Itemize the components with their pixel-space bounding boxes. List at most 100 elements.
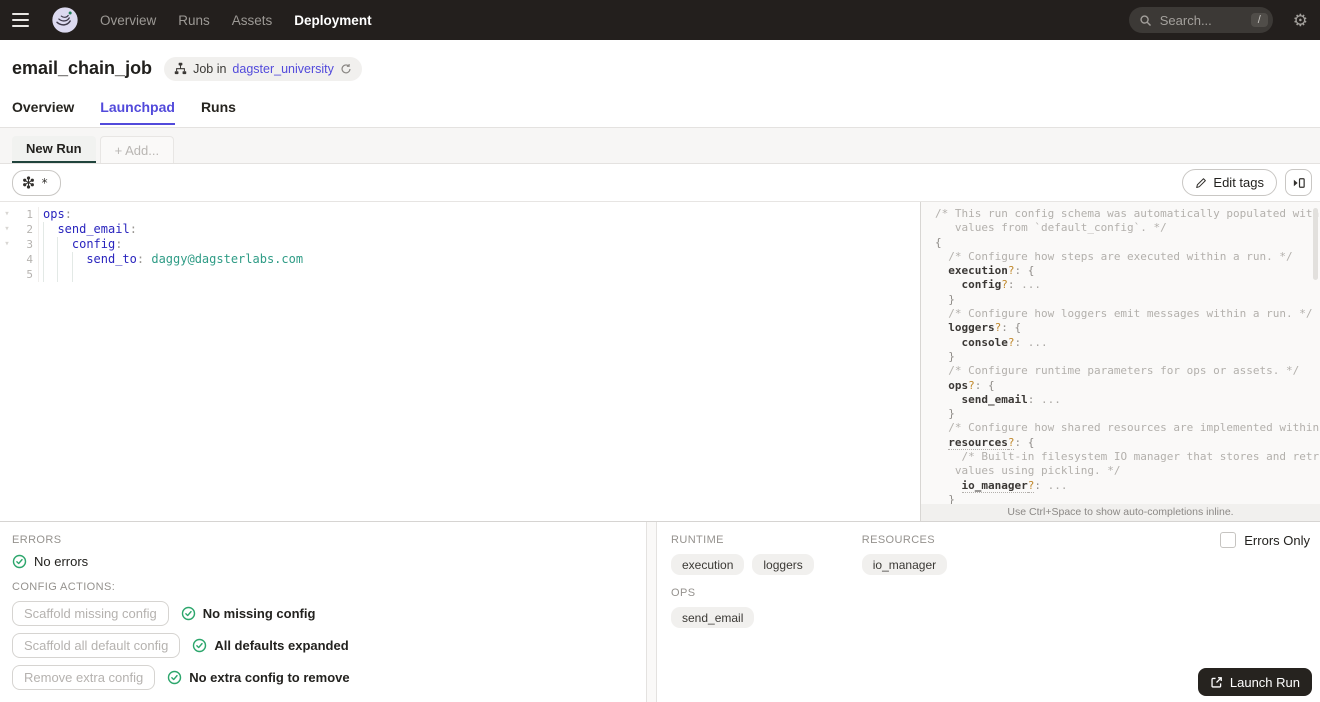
action-status: All defaults expanded xyxy=(192,638,349,653)
schema-line: /* This run config schema was automatica… xyxy=(935,207,1320,220)
code-text xyxy=(38,267,86,282)
config-actions-label: CONFIG ACTIONS: xyxy=(12,581,116,593)
op-selector-value: * xyxy=(41,175,49,190)
line-number: 2 xyxy=(26,223,33,236)
op-graph-icon xyxy=(23,176,34,189)
search-input[interactable]: Search... / xyxy=(1128,7,1273,33)
schema-line: } xyxy=(948,407,955,421)
chip-loggers[interactable]: loggers xyxy=(752,554,814,575)
errors-only-toggle[interactable]: Errors Only xyxy=(1220,532,1310,548)
pencil-icon xyxy=(1196,177,1207,188)
action-status: No missing config xyxy=(181,606,316,621)
edit-tags-label: Edit tags xyxy=(1213,175,1264,190)
action-status: No extra config to remove xyxy=(167,670,350,685)
schema-line: /* Built-in filesystem IO manager that s… xyxy=(961,450,1320,464)
nav-deployment[interactable]: Deployment xyxy=(294,13,371,28)
chip-io_manager[interactable]: io_manager xyxy=(861,554,948,575)
tab-runs[interactable]: Runs xyxy=(201,97,236,125)
bottom-splitter[interactable] xyxy=(647,522,657,702)
editor-line[interactable]: ▾ 1 ops: xyxy=(0,207,920,222)
line-number: 5 xyxy=(26,268,33,281)
settings-gear-icon[interactable]: ⚙ xyxy=(1293,12,1308,29)
config-schema-panel: /* This run config schema was automatica… xyxy=(921,202,1320,521)
schema-line: resources?: { xyxy=(948,435,1035,450)
yaml-config-editor[interactable]: ▾ 1 ops: ▾ 2 send_email: ▾ 3 config: 4 send_to:… xyxy=(0,202,920,521)
toggle-schema-panel-button[interactable] xyxy=(1285,169,1312,196)
schema-line: execution?: { xyxy=(948,264,1035,278)
fold-chevron-icon[interactable]: ▾ xyxy=(0,222,14,237)
errors-only-checkbox[interactable] xyxy=(1220,532,1237,548)
gutter-space xyxy=(0,267,14,282)
schema-line: console?: ... xyxy=(961,335,1048,349)
check-circle-icon xyxy=(193,638,207,653)
scaffold-missing-config-button[interactable]: Scaffold missing config xyxy=(12,601,169,626)
schema-scrollbar[interactable] xyxy=(1313,208,1318,280)
errors-label: ERRORS xyxy=(12,534,62,546)
runtime-label: RUNTIME xyxy=(671,534,724,546)
schema-line: io_manager?: ... xyxy=(961,478,1068,493)
fold-chevron-icon[interactable]: ▾ xyxy=(0,207,14,222)
config-editor-split: ▾ 1 ops: ▾ 2 send_email: ▾ 3 config: 4 send_to:… xyxy=(0,202,1320,521)
editor-line[interactable]: 5 xyxy=(0,267,920,282)
schema-line: values using pickling. */ xyxy=(954,464,1121,478)
job-location-badge: Job in dagster_university xyxy=(164,56,362,81)
errors-panel: ERRORS No errors CONFIG ACTIONS: Scaffol… xyxy=(0,522,647,702)
line-number: 4 xyxy=(26,253,33,266)
tab-overview[interactable]: Overview xyxy=(12,97,74,125)
check-circle-icon xyxy=(12,554,27,569)
chip-send_email[interactable]: send_email xyxy=(671,607,755,628)
action-status-text: No extra config to remove xyxy=(189,670,350,685)
schema-line: /* Configure how shared resources are im… xyxy=(948,421,1320,435)
schema-line: { xyxy=(935,235,942,249)
job-header: email_chain_job Job in dagster_universit… xyxy=(0,40,1320,97)
nav-runs[interactable]: Runs xyxy=(178,13,210,28)
top-nav: Overview Runs Assets Deployment xyxy=(100,13,372,28)
refresh-icon[interactable] xyxy=(340,63,352,75)
play-panel-icon xyxy=(1293,177,1305,188)
search-shortcut-key: / xyxy=(1250,13,1268,27)
autocomplete-hint: Use Ctrl+Space to show auto-completions … xyxy=(921,504,1320,521)
schema-line: /* Configure how steps are executed with… xyxy=(948,249,1293,263)
check-circle-icon xyxy=(168,670,182,685)
top-nav-bar: Overview Runs Assets Deployment Search... /… xyxy=(0,0,1320,40)
action-status-text: No missing config xyxy=(202,606,316,621)
search-placeholder: Search... xyxy=(1159,12,1212,28)
ops-label: OPS xyxy=(671,587,696,599)
tab-new-run[interactable]: New Run xyxy=(12,136,96,163)
schema-line: /* Configure how loggers emit messages w… xyxy=(948,307,1313,321)
editor-line[interactable]: ▾ 3 config: xyxy=(0,237,920,252)
resources-label: RESOURCES xyxy=(861,534,936,546)
remove-extra-config-button[interactable]: Remove extra config xyxy=(12,665,156,690)
editor-line[interactable]: ▾ 2 send_email: xyxy=(0,222,920,237)
badge-prefix: Job in xyxy=(193,61,227,76)
search-icon xyxy=(1140,14,1151,26)
code-text: config: xyxy=(38,237,122,252)
schema-line: loggers?: { xyxy=(948,321,1022,335)
no-errors-text: No errors xyxy=(34,554,89,569)
launchpad-tab-strip: New Run + Add... xyxy=(0,128,1320,164)
chip-execution[interactable]: execution xyxy=(671,554,745,575)
op-selector-input[interactable]: * xyxy=(12,169,62,196)
job-graph-icon xyxy=(174,62,187,75)
editor-line[interactable]: 4 send_to: daggy@dagsterlabs.com xyxy=(0,252,920,267)
launch-run-button[interactable]: Launch Run xyxy=(1197,668,1312,696)
nav-assets[interactable]: Assets xyxy=(232,13,273,28)
nav-overview[interactable]: Overview xyxy=(100,13,156,28)
schema-line: ops?: { xyxy=(948,378,995,392)
scaffold-all-default-config-button[interactable]: Scaffold all default config xyxy=(12,633,181,658)
code-location-link[interactable]: dagster_university xyxy=(232,62,333,76)
config-action-row: Scaffold all default config All defaults … xyxy=(12,633,634,658)
launch-run-label: Launch Run xyxy=(1229,674,1300,690)
schema-line: } xyxy=(948,292,955,306)
edit-tags-button[interactable]: Edit tags xyxy=(1182,169,1277,196)
runtime-column: RUNTIME execution loggers xyxy=(671,534,814,587)
fold-chevron-icon[interactable]: ▾ xyxy=(0,237,14,252)
tab-launchpad[interactable]: Launchpad xyxy=(100,97,175,125)
dagster-logo[interactable] xyxy=(50,5,80,35)
line-number: 3 xyxy=(26,238,33,251)
errors-only-label: Errors Only xyxy=(1244,532,1310,548)
tab-add-config[interactable]: + Add... xyxy=(99,136,175,163)
line-number: 1 xyxy=(26,208,33,221)
code-text: send_email: xyxy=(38,222,137,237)
menu-icon[interactable] xyxy=(12,7,38,33)
